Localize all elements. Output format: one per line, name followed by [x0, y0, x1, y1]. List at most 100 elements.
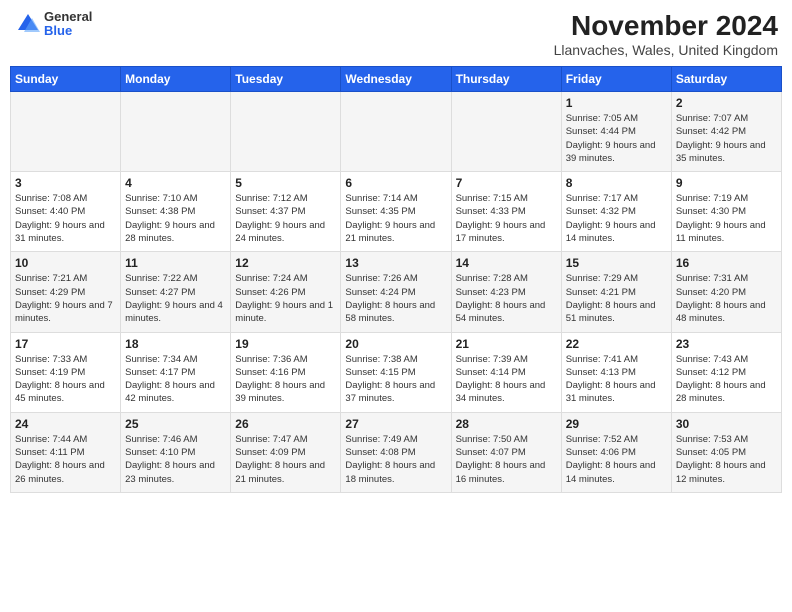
col-wednesday: Wednesday	[341, 67, 451, 92]
month-year-title: November 2024	[554, 10, 778, 42]
day-number: 30	[676, 417, 777, 431]
table-row: 7 Sunrise: 7:15 AM Sunset: 4:33 PM Daylig…	[451, 172, 561, 252]
day-info: Sunrise: 7:14 AM Sunset: 4:35 PM Dayligh…	[345, 192, 446, 245]
day-info: Sunrise: 7:53 AM Sunset: 4:05 PM Dayligh…	[676, 433, 777, 486]
day-info: Sunrise: 7:12 AM Sunset: 4:37 PM Dayligh…	[235, 192, 336, 245]
col-monday: Monday	[121, 67, 231, 92]
day-number: 27	[345, 417, 446, 431]
day-number: 25	[125, 417, 226, 431]
table-row: 1 Sunrise: 7:05 AM Sunset: 4:44 PM Daylig…	[561, 92, 671, 172]
day-number: 26	[235, 417, 336, 431]
day-number: 21	[456, 337, 557, 351]
day-info: Sunrise: 7:44 AM Sunset: 4:11 PM Dayligh…	[15, 433, 116, 486]
table-row: 11 Sunrise: 7:22 AM Sunset: 4:27 PM Dayli…	[121, 252, 231, 332]
day-info: Sunrise: 7:07 AM Sunset: 4:42 PM Dayligh…	[676, 112, 777, 165]
table-row	[121, 92, 231, 172]
day-number: 14	[456, 256, 557, 270]
col-saturday: Saturday	[671, 67, 781, 92]
day-info: Sunrise: 7:46 AM Sunset: 4:10 PM Dayligh…	[125, 433, 226, 486]
day-number: 16	[676, 256, 777, 270]
table-row: 13 Sunrise: 7:26 AM Sunset: 4:24 PM Dayli…	[341, 252, 451, 332]
day-info: Sunrise: 7:15 AM Sunset: 4:33 PM Dayligh…	[456, 192, 557, 245]
day-info: Sunrise: 7:36 AM Sunset: 4:16 PM Dayligh…	[235, 353, 336, 406]
day-number: 15	[566, 256, 667, 270]
day-number: 8	[566, 176, 667, 190]
col-tuesday: Tuesday	[231, 67, 341, 92]
day-number: 12	[235, 256, 336, 270]
location-subtitle: Llanvaches, Wales, United Kingdom	[554, 42, 778, 58]
day-info: Sunrise: 7:38 AM Sunset: 4:15 PM Dayligh…	[345, 353, 446, 406]
day-number: 11	[125, 256, 226, 270]
day-number: 13	[345, 256, 446, 270]
table-row: 19 Sunrise: 7:36 AM Sunset: 4:16 PM Dayli…	[231, 332, 341, 412]
table-row: 25 Sunrise: 7:46 AM Sunset: 4:10 PM Dayli…	[121, 412, 231, 492]
header: General Blue November 2024 Llanvaches, W…	[10, 10, 782, 58]
day-number: 10	[15, 256, 116, 270]
table-row: 8Sunrise: 7:17 AM Sunset: 4:32 PM Daylig…	[561, 172, 671, 252]
day-number: 3	[15, 176, 116, 190]
day-number: 28	[456, 417, 557, 431]
day-info: Sunrise: 7:29 AM Sunset: 4:21 PM Dayligh…	[566, 272, 667, 325]
table-row: 22Sunrise: 7:41 AM Sunset: 4:13 PM Dayli…	[561, 332, 671, 412]
table-row	[341, 92, 451, 172]
day-info: Sunrise: 7:47 AM Sunset: 4:09 PM Dayligh…	[235, 433, 336, 486]
day-info: Sunrise: 7:41 AM Sunset: 4:13 PM Dayligh…	[566, 353, 667, 406]
calendar-table: Sunday Monday Tuesday Wednesday Thursday…	[10, 66, 782, 493]
table-row: 18 Sunrise: 7:34 AM Sunset: 4:17 PM Dayli…	[121, 332, 231, 412]
day-number: 2	[676, 96, 777, 110]
day-info: Sunrise: 7:52 AM Sunset: 4:06 PM Dayligh…	[566, 433, 667, 486]
table-row	[451, 92, 561, 172]
calendar-week-row: 1 Sunrise: 7:05 AM Sunset: 4:44 PM Daylig…	[11, 92, 782, 172]
logo-icon	[14, 10, 42, 38]
table-row: 4Sunrise: 7:10 AM Sunset: 4:38 PM Daylig…	[121, 172, 231, 252]
day-info: Sunrise: 7:34 AM Sunset: 4:17 PM Dayligh…	[125, 353, 226, 406]
day-info: Sunrise: 7:49 AM Sunset: 4:08 PM Dayligh…	[345, 433, 446, 486]
day-number: 24	[15, 417, 116, 431]
day-number: 7	[456, 176, 557, 190]
day-number: 29	[566, 417, 667, 431]
title-area: November 2024 Llanvaches, Wales, United …	[554, 10, 778, 58]
table-row: 5 Sunrise: 7:12 AM Sunset: 4:37 PM Daylig…	[231, 172, 341, 252]
day-number: 23	[676, 337, 777, 351]
calendar-week-row: 24 Sunrise: 7:44 AM Sunset: 4:11 PM Dayli…	[11, 412, 782, 492]
day-number: 20	[345, 337, 446, 351]
day-info: Sunrise: 7:28 AM Sunset: 4:23 PM Dayligh…	[456, 272, 557, 325]
logo: General Blue	[14, 10, 92, 39]
calendar-week-row: 3 Sunrise: 7:08 AM Sunset: 4:40 PM Daylig…	[11, 172, 782, 252]
calendar-header-row: Sunday Monday Tuesday Wednesday Thursday…	[11, 67, 782, 92]
table-row: 30 Sunrise: 7:53 AM Sunset: 4:05 PM Dayli…	[671, 412, 781, 492]
day-number: 19	[235, 337, 336, 351]
table-row	[11, 92, 121, 172]
day-info: Sunrise: 7:43 AM Sunset: 4:12 PM Dayligh…	[676, 353, 777, 406]
table-row: 28Sunrise: 7:50 AM Sunset: 4:07 PM Dayli…	[451, 412, 561, 492]
logo-blue-text: Blue	[44, 24, 92, 38]
calendar-week-row: 17Sunrise: 7:33 AM Sunset: 4:19 PM Dayli…	[11, 332, 782, 412]
day-info: Sunrise: 7:31 AM Sunset: 4:20 PM Dayligh…	[676, 272, 777, 325]
table-row: 16 Sunrise: 7:31 AM Sunset: 4:20 PM Dayli…	[671, 252, 781, 332]
day-info: Sunrise: 7:05 AM Sunset: 4:44 PM Dayligh…	[566, 112, 667, 165]
day-info: Sunrise: 7:08 AM Sunset: 4:40 PM Dayligh…	[15, 192, 116, 245]
table-row: 14 Sunrise: 7:28 AM Sunset: 4:23 PM Dayli…	[451, 252, 561, 332]
table-row: 20 Sunrise: 7:38 AM Sunset: 4:15 PM Dayli…	[341, 332, 451, 412]
day-info: Sunrise: 7:24 AM Sunset: 4:26 PM Dayligh…	[235, 272, 336, 325]
day-info: Sunrise: 7:19 AM Sunset: 4:30 PM Dayligh…	[676, 192, 777, 245]
table-row: 2 Sunrise: 7:07 AM Sunset: 4:42 PM Daylig…	[671, 92, 781, 172]
day-info: Sunrise: 7:33 AM Sunset: 4:19 PM Dayligh…	[15, 353, 116, 406]
day-info: Sunrise: 7:10 AM Sunset: 4:38 PM Dayligh…	[125, 192, 226, 245]
table-row: 26 Sunrise: 7:47 AM Sunset: 4:09 PM Dayli…	[231, 412, 341, 492]
day-info: Sunrise: 7:26 AM Sunset: 4:24 PM Dayligh…	[345, 272, 446, 325]
day-number: 6	[345, 176, 446, 190]
table-row: 21Sunrise: 7:39 AM Sunset: 4:14 PM Dayli…	[451, 332, 561, 412]
table-row: 24 Sunrise: 7:44 AM Sunset: 4:11 PM Dayli…	[11, 412, 121, 492]
table-row: 9Sunrise: 7:19 AM Sunset: 4:30 PM Daylig…	[671, 172, 781, 252]
table-row: 3 Sunrise: 7:08 AM Sunset: 4:40 PM Daylig…	[11, 172, 121, 252]
table-row: 23 Sunrise: 7:43 AM Sunset: 4:12 PM Dayli…	[671, 332, 781, 412]
table-row: 17Sunrise: 7:33 AM Sunset: 4:19 PM Dayli…	[11, 332, 121, 412]
table-row: 27 Sunrise: 7:49 AM Sunset: 4:08 PM Dayli…	[341, 412, 451, 492]
day-number: 18	[125, 337, 226, 351]
col-thursday: Thursday	[451, 67, 561, 92]
day-number: 1	[566, 96, 667, 110]
day-number: 5	[235, 176, 336, 190]
table-row: 10Sunrise: 7:21 AM Sunset: 4:29 PM Dayli…	[11, 252, 121, 332]
day-info: Sunrise: 7:22 AM Sunset: 4:27 PM Dayligh…	[125, 272, 226, 325]
